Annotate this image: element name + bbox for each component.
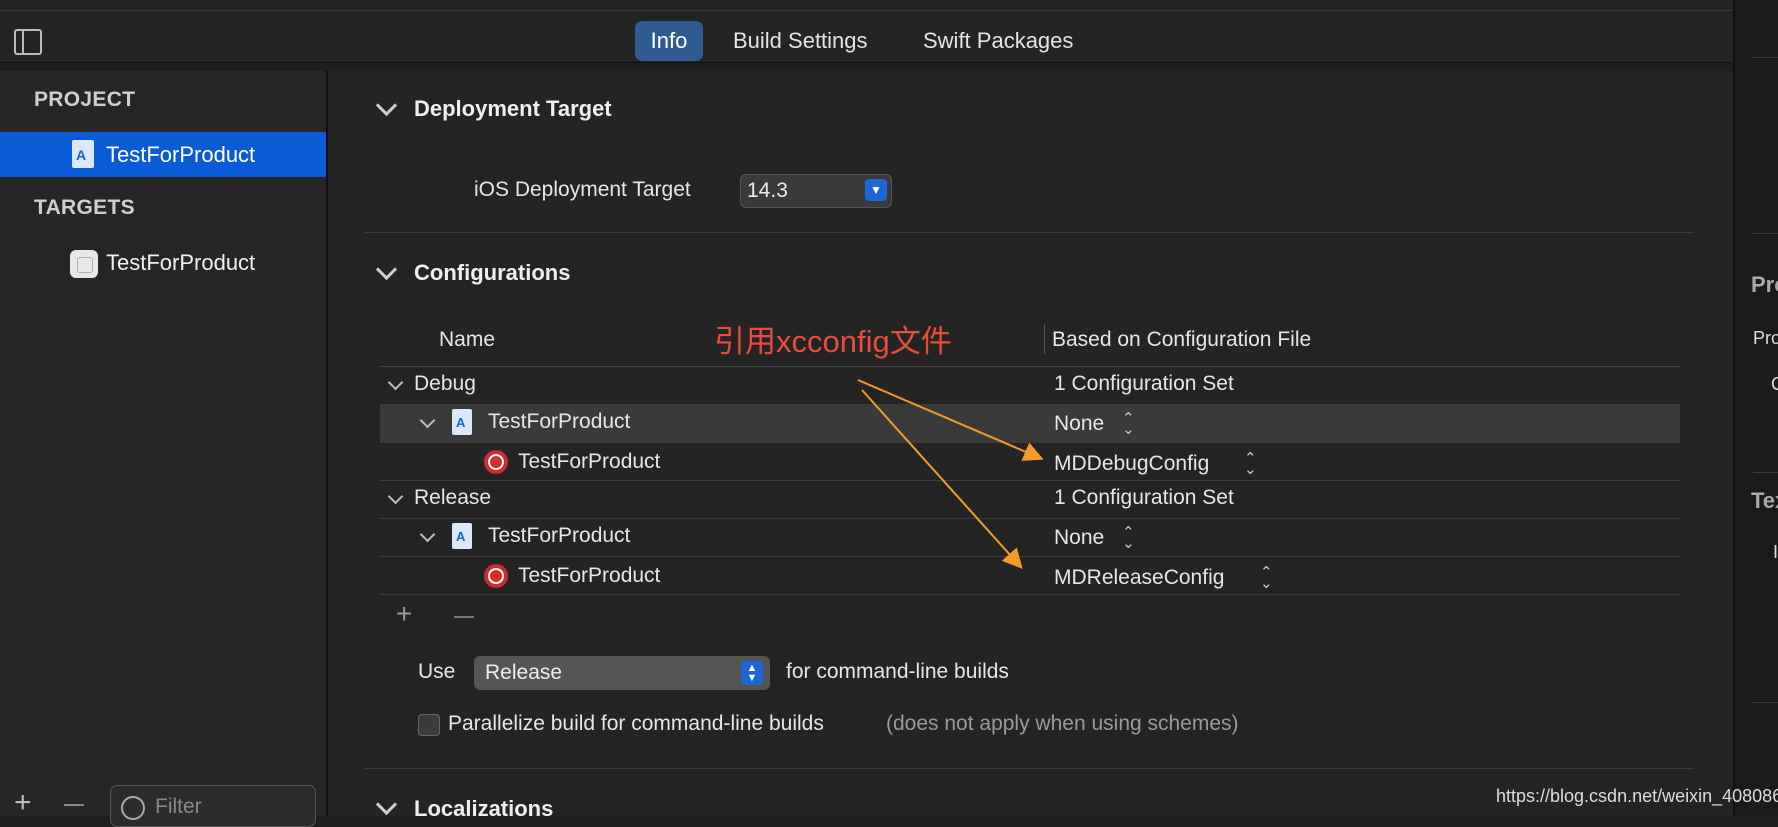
inspector-label: Pro xyxy=(1753,328,1778,348)
inspector-divider xyxy=(1753,233,1778,234)
arrow-to-debug-config xyxy=(857,379,1044,461)
inspector-heading: Pro xyxy=(1751,272,1778,297)
inspector-label: I xyxy=(1773,542,1778,562)
inspector-divider xyxy=(1753,57,1778,58)
inspector-divider xyxy=(1753,702,1778,703)
inspector-divider xyxy=(1753,472,1778,473)
watermark: https://blog.csdn.net/weixin_40808615 xyxy=(1496,786,1778,806)
annotation-arrows xyxy=(857,379,1044,569)
inspector-panel: Pro Pro C Tex I xyxy=(1733,0,1778,816)
inspector-heading: Tex xyxy=(1751,488,1778,513)
inspector-label: C xyxy=(1771,374,1778,394)
